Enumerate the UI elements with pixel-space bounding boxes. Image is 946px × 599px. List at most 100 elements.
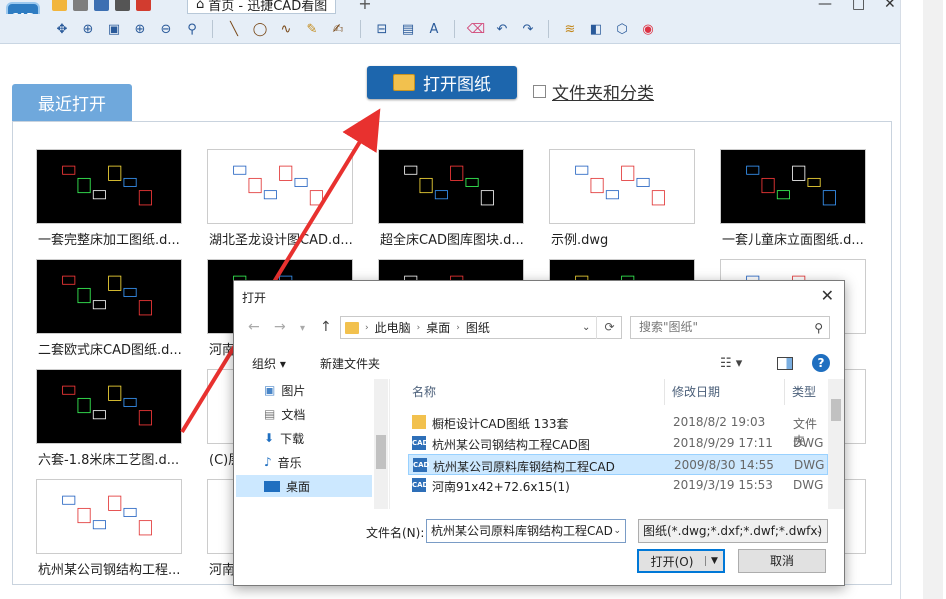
- zoom-extent-icon[interactable]: ▣: [104, 19, 124, 39]
- print-icon[interactable]: [73, 0, 88, 11]
- help-icon[interactable]: ?: [812, 354, 830, 372]
- folder-classify-checkbox[interactable]: [533, 85, 546, 98]
- open-options-chevron-icon[interactable]: ▼: [705, 556, 723, 566]
- file-type: DWG: [793, 478, 824, 492]
- save-icon[interactable]: [94, 0, 109, 11]
- recent-thumbnail[interactable]: [36, 479, 182, 554]
- organize-button[interactable]: 组织 ▾: [252, 355, 286, 372]
- refresh-icon[interactable]: ⟳: [596, 316, 622, 339]
- open-file-icon[interactable]: [52, 0, 67, 11]
- recent-thumbnail[interactable]: [207, 149, 353, 224]
- pencil-icon[interactable]: ✎: [302, 19, 322, 39]
- recent-thumbnail[interactable]: [36, 259, 182, 334]
- filename-input[interactable]: 杭州某公司原料库钢结构工程CAD ⌄: [426, 519, 626, 543]
- nav-item-pictures[interactable]: ▣ 图片: [264, 379, 374, 401]
- recent-thumbnail-label[interactable]: 一套儿童床立面图纸.d...: [722, 229, 882, 248]
- maximize-button[interactable]: □: [852, 0, 865, 12]
- file-date: 2009/8/30 14:55: [674, 458, 774, 472]
- file-name: 橱柜设计CAD图纸 133套: [432, 417, 569, 431]
- open-drawing-button[interactable]: 打开图纸: [367, 66, 517, 99]
- line-icon[interactable]: ╲: [224, 19, 244, 39]
- text-edit-icon[interactable]: ✍: [328, 19, 348, 39]
- measure-icon[interactable]: ⊟: [372, 19, 392, 39]
- filename-label: 文件名(N):: [366, 526, 425, 540]
- recent-thumbnail[interactable]: [36, 369, 182, 444]
- filename-dropdown-icon[interactable]: ⌄: [613, 520, 621, 542]
- color-wheel-icon[interactable]: ◉: [638, 19, 658, 39]
- eraser-icon[interactable]: ⌫: [466, 19, 486, 39]
- filetype-dropdown-icon[interactable]: ⌄: [815, 520, 823, 542]
- breadcrumb-desktop[interactable]: 桌面: [426, 319, 450, 336]
- file-row[interactable]: CAD 杭州某公司原料库钢结构工程CAD 2009/8/30 14:55 DWG: [408, 454, 828, 475]
- home-icon: ⌂: [196, 0, 205, 12]
- file-row[interactable]: CAD 河南91x42+72.6x15(1) 2019/3/19 15:53 DWG: [408, 475, 828, 496]
- zoom-in-icon[interactable]: ⊕: [130, 19, 150, 39]
- polyline-icon[interactable]: ∿: [276, 19, 296, 39]
- cube-icon[interactable]: ◧: [586, 19, 606, 39]
- nav-item-desktop[interactable]: 桌面: [236, 475, 372, 497]
- minimize-button[interactable]: —: [818, 0, 832, 12]
- recent-thumbnail[interactable]: [378, 149, 524, 224]
- new-folder-button[interactable]: 新建文件夹: [320, 355, 380, 372]
- dialog-cancel-button[interactable]: 取消: [738, 549, 826, 573]
- recent-thumbnail-label[interactable]: 一套完整床加工图纸.d...: [38, 229, 198, 248]
- filetype-select[interactable]: 图纸(*.dwg;*.dxf;*.dwf;*.dwfx) ⌄: [638, 519, 828, 543]
- column-name[interactable]: 名称: [412, 379, 436, 405]
- recent-thumbnail[interactable]: [720, 149, 866, 224]
- 3d-icon[interactable]: ⬡: [612, 19, 632, 39]
- recent-thumbnail-label[interactable]: 二套欧式床CAD图纸.d...: [38, 339, 198, 358]
- file-row[interactable]: CAD 杭州某公司钢结构工程CAD图 2018/9/29 17:11 DWG: [408, 433, 828, 454]
- history-chevron-icon[interactable]: ▾: [300, 323, 305, 334]
- recent-thumbnail-label[interactable]: 超全床CAD图库图块.d...: [380, 229, 540, 248]
- file-list-scrollbar[interactable]: [828, 379, 844, 509]
- circle-icon[interactable]: ◯: [250, 19, 270, 39]
- layer-icon[interactable]: ▤: [398, 19, 418, 39]
- recent-thumbnail-label[interactable]: 六套-1.8米床工艺图.d...: [38, 449, 198, 468]
- preview-pane-icon[interactable]: [777, 356, 793, 370]
- recent-thumbnail-label[interactable]: 示例.dwg: [551, 229, 711, 248]
- nav-item-documents[interactable]: ▤ 文档: [264, 403, 374, 425]
- window-scrollbar[interactable]: [923, 0, 943, 599]
- recent-thumbnail-label[interactable]: 杭州某公司钢结构工程...: [38, 559, 198, 578]
- file-name: 河南91x42+72.6x15(1): [432, 480, 570, 494]
- layers-icon[interactable]: ≋: [560, 19, 580, 39]
- printer-icon[interactable]: [115, 0, 130, 11]
- column-date[interactable]: 修改日期: [672, 379, 720, 405]
- forward-arrow-icon[interactable]: →: [274, 319, 286, 335]
- new-tab-button[interactable]: +: [356, 0, 374, 14]
- close-button[interactable]: ✕: [884, 0, 896, 12]
- column-type[interactable]: 类型: [792, 379, 816, 405]
- search-input[interactable]: 搜索"图纸" ⚲: [630, 316, 830, 339]
- up-arrow-icon[interactable]: ↑: [320, 319, 332, 335]
- tab-home[interactable]: ⌂ 首页 - 迅捷CAD看图: [187, 0, 337, 14]
- recent-thumbnail-label[interactable]: 湖北圣龙设计图CAD.d...: [209, 229, 369, 248]
- back-arrow-icon[interactable]: ←: [248, 319, 260, 335]
- recent-tab[interactable]: 最近打开: [12, 84, 132, 121]
- zoom-window-icon[interactable]: ⊕: [78, 19, 98, 39]
- cad-preview-icon: [746, 165, 837, 206]
- nav-item-downloads[interactable]: ⬇ 下载: [264, 427, 374, 449]
- zoom-out-icon[interactable]: ⊖: [156, 19, 176, 39]
- folder-classify-toggle[interactable]: 文件夹和分类: [533, 79, 654, 104]
- view-options-icon[interactable]: ☷ ▾: [720, 356, 742, 371]
- dialog-open-button[interactable]: 打开(O) ▼: [637, 549, 725, 573]
- recent-thumbnail[interactable]: [36, 149, 182, 224]
- nav-scrollbar[interactable]: [374, 379, 388, 509]
- pdf-icon[interactable]: [136, 0, 151, 11]
- redo-icon[interactable]: ↷: [518, 19, 538, 39]
- zoom-realtime-icon[interactable]: ⚲: [182, 19, 202, 39]
- dialog-title: 打开: [242, 291, 267, 305]
- undo-icon[interactable]: ↶: [492, 19, 512, 39]
- cad-preview-icon: [233, 165, 324, 206]
- recent-thumbnail[interactable]: [549, 149, 695, 224]
- text-style-icon[interactable]: A: [424, 19, 444, 39]
- file-type: DWG: [794, 458, 825, 472]
- address-dropdown-icon[interactable]: ⌄: [582, 322, 590, 333]
- breadcrumb-pc[interactable]: 此电脑: [375, 319, 411, 336]
- pan-icon[interactable]: ✥: [52, 19, 72, 39]
- dialog-close-button[interactable]: ✕: [821, 286, 834, 305]
- nav-item-music[interactable]: ♪ 音乐: [264, 451, 374, 473]
- address-bar[interactable]: › 此电脑 › 桌面 › 图纸 ⌄: [340, 316, 622, 339]
- file-row[interactable]: 橱柜设计CAD图纸 133套 2018/8/2 19:03 文件夹: [408, 412, 828, 448]
- breadcrumb-drawings[interactable]: 图纸: [466, 319, 490, 336]
